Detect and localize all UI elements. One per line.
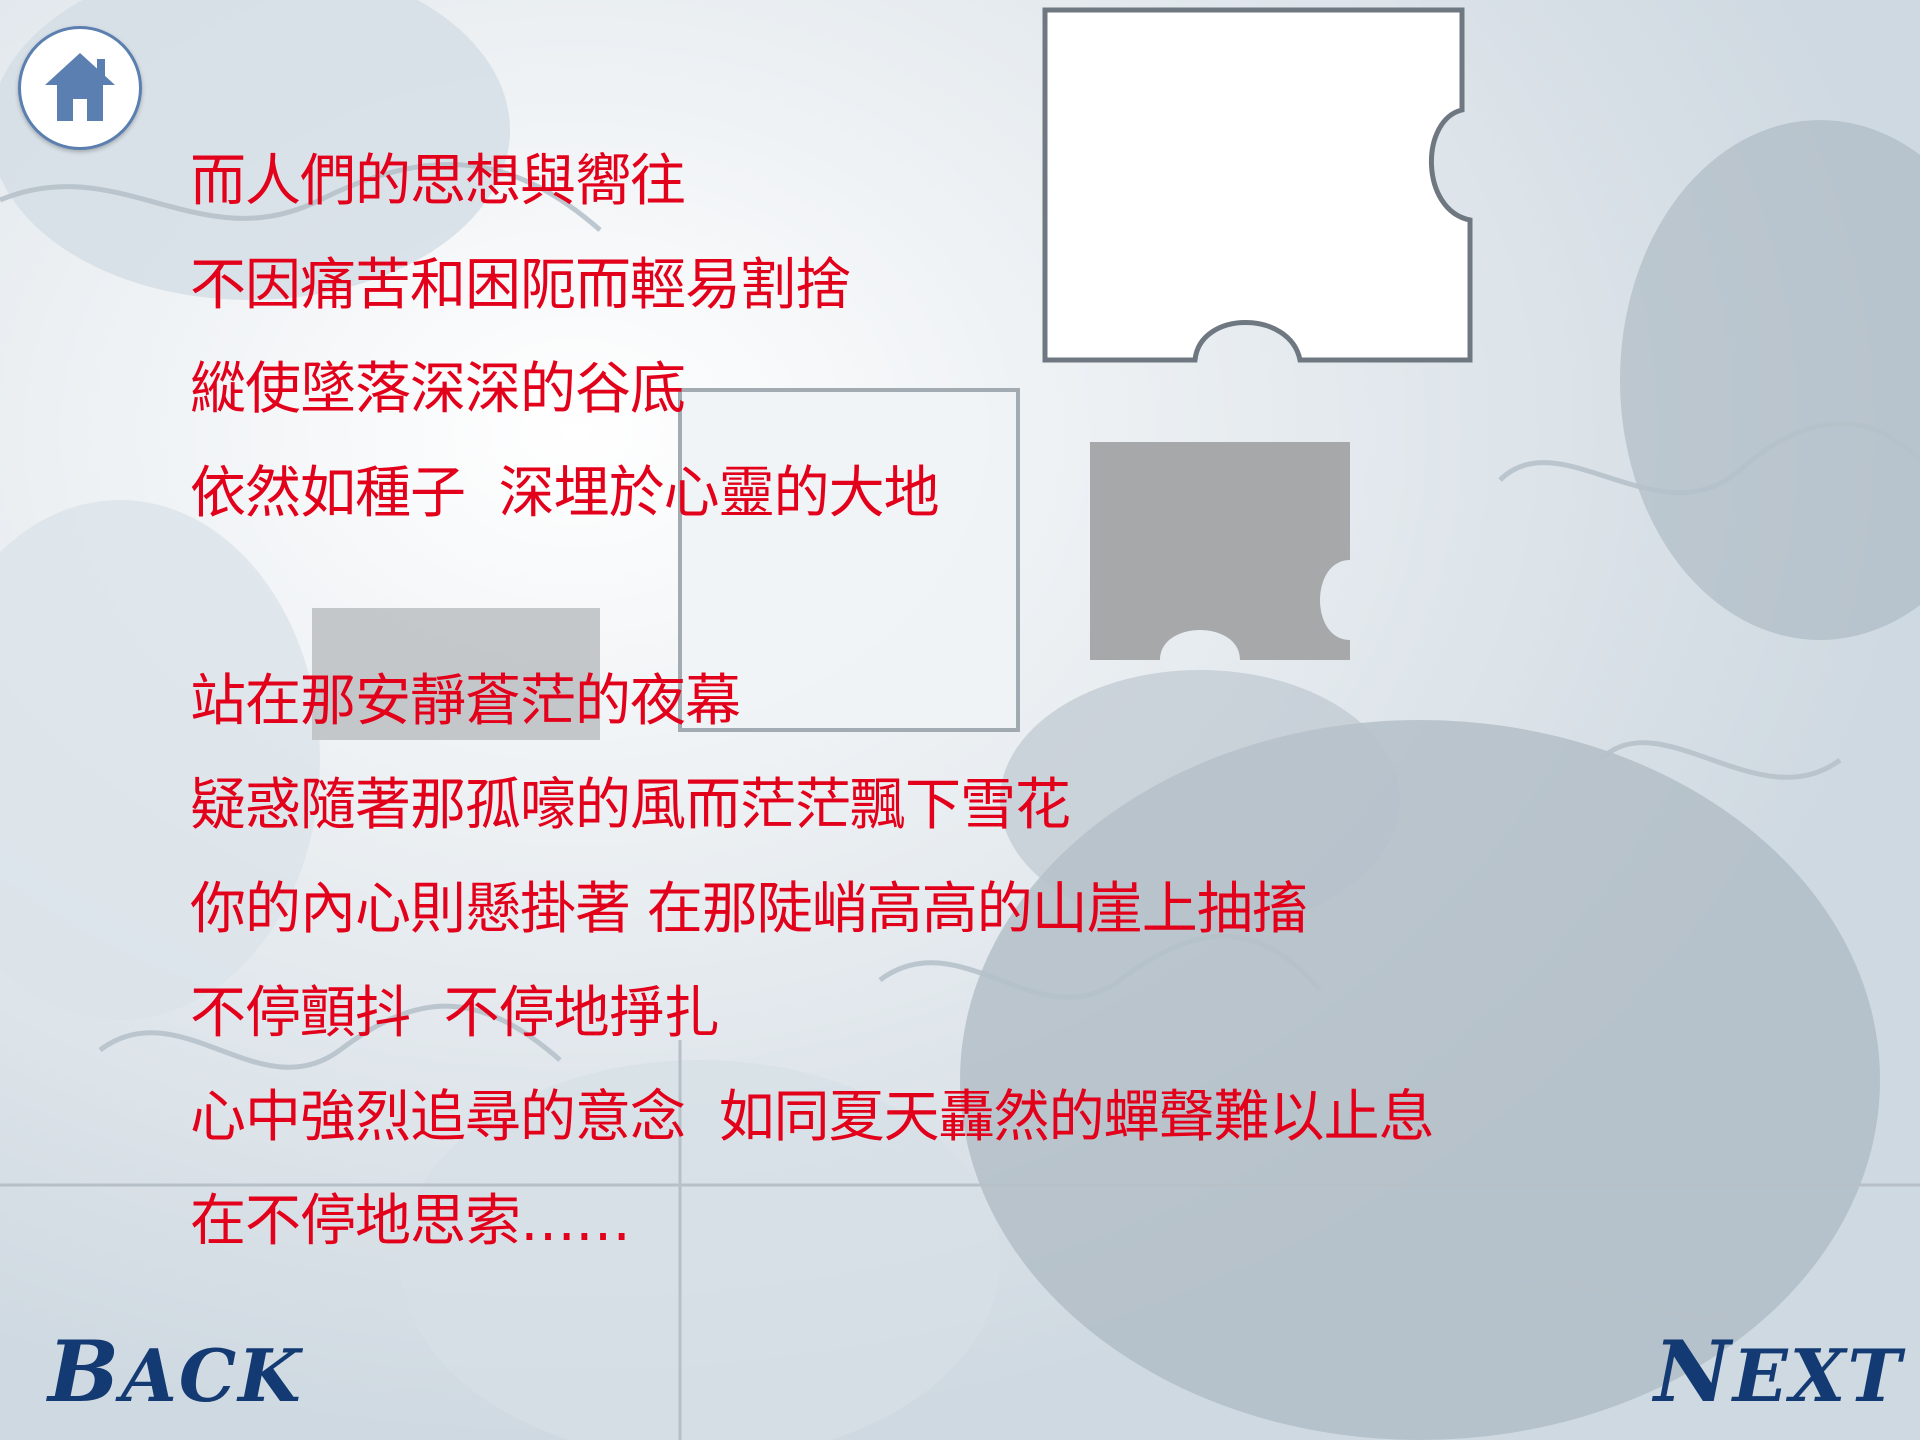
stanza-gap (190, 546, 1434, 650)
back-button[interactable]: BACK (48, 1322, 303, 1421)
poem-line: 站在那安靜蒼茫的夜幕 (190, 669, 741, 734)
next-label-initial: N (1654, 1322, 1733, 1421)
poem-text: 而人們的思想與嚮往 不因痛苦和困阨而輕易割捨 縱使墜落深深的谷底 依然如種子 深… (190, 130, 1435, 1274)
poem-line: 不停顫抖 不停地掙扎 (190, 981, 720, 1046)
home-button[interactable] (18, 26, 142, 150)
back-label: ACK (121, 1333, 303, 1418)
poem-line: 縱使墜落深深的谷底 (190, 357, 686, 422)
poem-line: 而人們的思想與嚮往 (190, 149, 686, 214)
home-icon (45, 53, 115, 121)
next-button[interactable]: NEXT (1654, 1322, 1903, 1421)
next-label: EXT (1732, 1333, 1904, 1418)
poem-line: 心中強烈追尋的意念 如同夏天轟然的蟬聲難以止息 (190, 1085, 1435, 1150)
poem-line: 疑惑隨著那孤嚎的風而茫茫飄下雪花 (190, 773, 1071, 838)
back-label-initial: B (48, 1322, 121, 1421)
poem-line: 你的內心則懸掛著 在那陡峭高高的山崖上抽搐 (190, 877, 1308, 942)
poem-line: 依然如種子 深埋於心靈的大地 (190, 461, 940, 526)
poem-line: 在不停地思索…… (190, 1189, 631, 1254)
poem-line: 不因痛苦和困阨而輕易割捨 (190, 253, 851, 318)
